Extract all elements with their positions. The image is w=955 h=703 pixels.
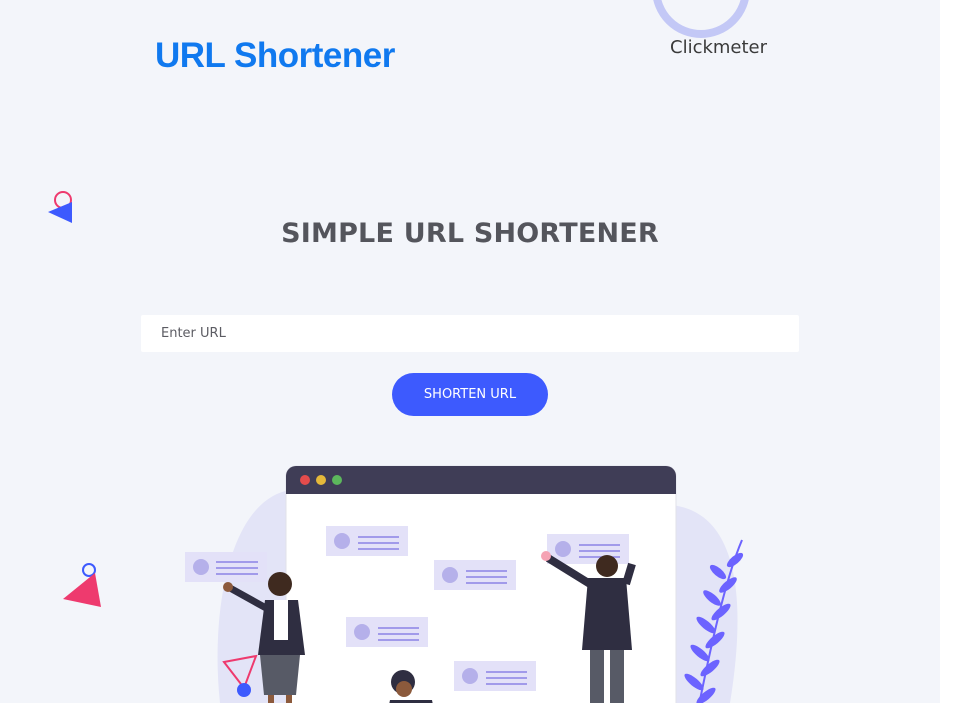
site-logo[interactable]: URL Shortener: [155, 36, 395, 76]
triangle-circle-decoration: [63, 563, 101, 607]
page-background: URL Shortener Clickmeter SIMPLE URL SHOR…: [0, 0, 940, 703]
browser-window-illustration: [185, 465, 744, 703]
clickmeter-link[interactable]: Clickmeter: [670, 37, 767, 58]
shorten-url-button[interactable]: SHORTEN URL: [392, 373, 548, 416]
url-input[interactable]: [141, 315, 799, 352]
decorative-ring: [652, 0, 750, 38]
hero-title: SIMPLE URL SHORTENER: [281, 218, 659, 249]
